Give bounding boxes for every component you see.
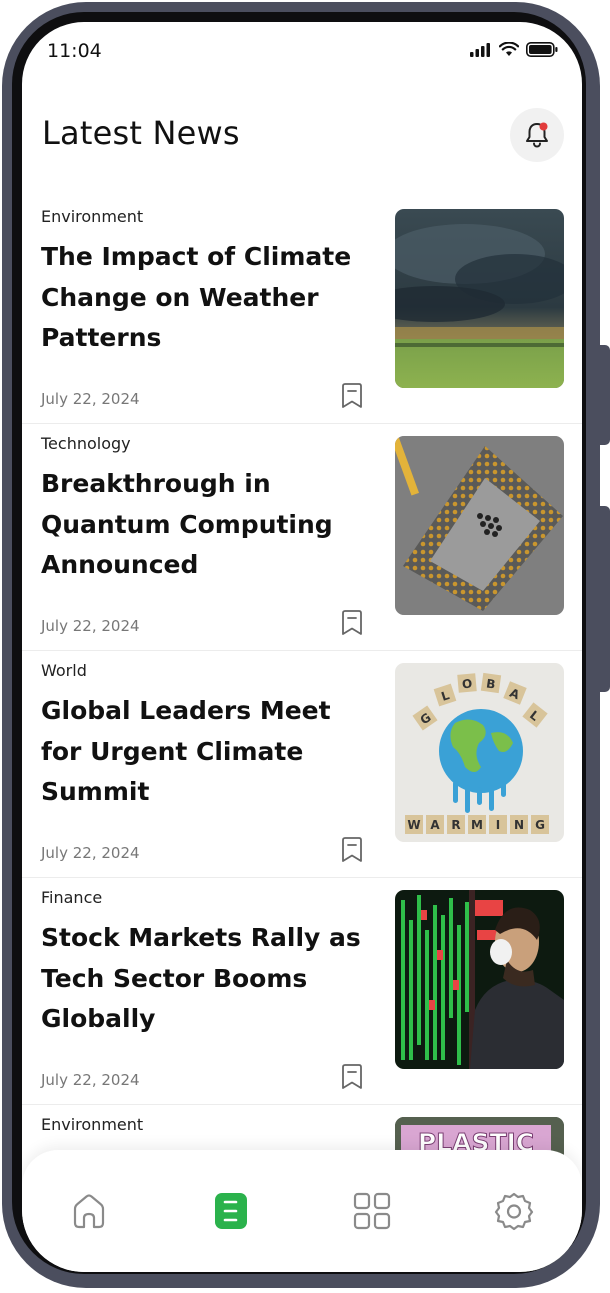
news-list: Environment The Impact of Climate Change… [22,197,582,1272]
tab-news[interactable] [208,1188,254,1234]
news-card[interactable]: World Global Leaders Meet for Urgent Cli… [22,651,582,878]
globe-letter: A [430,818,440,832]
tab-home[interactable] [66,1188,112,1234]
globe-letter: B [485,676,496,691]
tab-categories[interactable] [349,1188,395,1234]
news-card[interactable]: Environment The Impact of Climate Change… [22,197,582,424]
volume-down-button [600,506,610,692]
status-bar: 11:04 [22,22,582,82]
globe-letter: G [535,818,545,832]
status-time: 11:04 [47,40,102,62]
globe-letter: W [407,818,420,832]
article-title[interactable]: Breakthrough in Quantum Computing Announ… [41,464,371,586]
article-image-storm[interactable] [395,209,564,388]
globe-letter: I [496,818,500,832]
notification-button[interactable] [510,108,564,162]
signal-icon [470,42,490,57]
home-icon [73,1194,105,1229]
article-category: World [41,661,87,680]
article-image-stock[interactable] [395,890,564,1069]
page-title: Latest News [42,114,240,152]
article-image-chip[interactable] [395,436,564,615]
volume-up-button [600,345,610,445]
bookmark-icon[interactable] [340,837,364,863]
battery-icon [526,42,558,57]
bookmark-icon[interactable] [340,1064,364,1090]
bookmark-icon[interactable] [340,383,364,409]
article-category: Technology [41,434,131,453]
news-card[interactable]: Technology Breakthrough in Quantum Compu… [22,424,582,651]
article-date: July 22, 2024 [41,390,140,408]
article-title[interactable]: Global Leaders Meet for Urgent Climate S… [41,691,371,813]
tab-bar [22,1150,582,1272]
globe-letter: R [451,818,460,832]
globe-letter: M [471,818,483,832]
article-category: Environment [41,1115,144,1134]
news-icon [215,1193,247,1229]
article-title[interactable]: The Impact of Climate Change on Weather … [41,237,371,359]
article-category: Finance [41,888,103,907]
tab-settings[interactable] [491,1188,537,1234]
article-image-globe[interactable]: G L O B A L W A R M I N G [395,663,564,842]
gear-icon [494,1192,534,1231]
status-icons [470,42,558,57]
article-date: July 22, 2024 [41,1071,140,1089]
article-category: Environment [41,207,144,226]
news-card[interactable]: Finance Stock Markets Rally as Tech Sect… [22,878,582,1105]
article-title[interactable]: Stock Markets Rally as Tech Sector Booms… [41,918,371,1040]
wifi-icon [499,42,519,56]
globe-letter: O [461,677,472,692]
article-date: July 22, 2024 [41,617,140,635]
bell-icon [526,122,548,148]
article-date: July 22, 2024 [41,844,140,862]
grid-icon [353,1192,391,1230]
screen: 11:04 Latest News Environment The Impact… [22,22,582,1272]
globe-letter: N [514,818,524,832]
bookmark-icon[interactable] [340,610,364,636]
